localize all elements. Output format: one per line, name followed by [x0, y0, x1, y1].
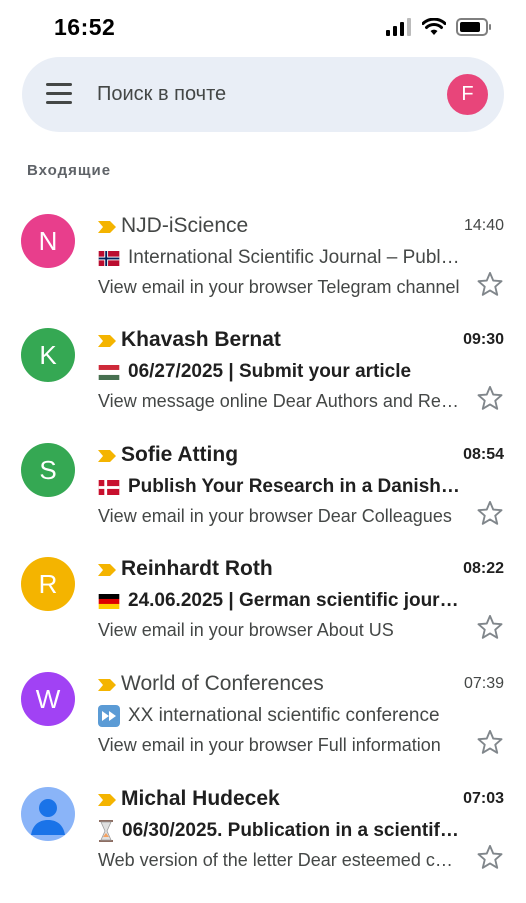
- mail-time: 07:39: [463, 675, 504, 692]
- star-icon[interactable]: [476, 270, 504, 298]
- mail-time: 14:40: [463, 217, 504, 234]
- mail-subject: International Scientific Journal – Publi…: [128, 247, 460, 268]
- search-input[interactable]: Поиск в почте: [97, 83, 226, 106]
- mail-subject: 06/30/2025. Publication in a scientific …: [122, 820, 460, 841]
- star-icon[interactable]: [476, 843, 504, 871]
- importance-marker-icon: [98, 794, 116, 806]
- mail-preview: View message online Dear Authors and Rea…: [98, 391, 460, 411]
- norway-flag-icon: [98, 250, 120, 266]
- status-time: 16:52: [54, 14, 116, 40]
- sender-name: Michal Hudecek: [121, 787, 280, 810]
- importance-marker-icon: [98, 221, 116, 233]
- sender-avatar: [21, 787, 75, 841]
- fast-forward-icon: [98, 705, 120, 727]
- sender-name: Reinhardt Roth: [121, 557, 273, 580]
- hourglass-icon: [99, 820, 113, 842]
- mail-subject: 24.06.2025 | German scientific journal: [128, 590, 460, 611]
- mail-subject: XX international scientific conference: [128, 705, 440, 726]
- list-item[interactable]: S Sofie Atting 08:54 Publish Your Resear…: [0, 431, 526, 545]
- sender-avatar: K: [21, 328, 75, 382]
- mail-time: 08:22: [463, 560, 504, 577]
- account-avatar[interactable]: F: [447, 74, 488, 115]
- section-label: Входящие: [27, 162, 112, 179]
- search-bar[interactable]: Поиск в почте F: [22, 57, 504, 132]
- importance-marker-icon: [98, 450, 116, 462]
- denmark-flag-icon: [98, 479, 120, 495]
- sender-avatar: W: [21, 672, 75, 726]
- mail-subject: Publish Your Research in a Danish journa…: [128, 476, 460, 497]
- sender-avatar: S: [21, 443, 75, 497]
- sender-name: NJD-iScience: [121, 214, 249, 237]
- sender-name: Khavash Bernat: [121, 328, 281, 351]
- mail-time: 07:03: [463, 790, 504, 807]
- list-item[interactable]: R Reinhardt Roth 08:22 24.06.2025 | Germ…: [0, 545, 526, 659]
- status-icons: [386, 18, 492, 36]
- hungary-flag-icon: [98, 364, 120, 380]
- mail-subject: 06/27/2025 | Submit your article: [128, 361, 412, 382]
- mail-time: 09:30: [463, 331, 504, 348]
- list-item[interactable]: Michal Hudecek 07:03 06/30/2025. Publica…: [0, 775, 526, 889]
- wifi-icon: [422, 18, 446, 35]
- sender-avatar: R: [21, 557, 75, 611]
- mail-preview: View email in your browser Telegram chan…: [98, 277, 460, 297]
- star-icon[interactable]: [476, 384, 504, 412]
- mail-preview: Web version of the letter Dear esteemed …: [98, 850, 460, 870]
- mail-time: 08:54: [463, 446, 504, 463]
- sender-name: Sofie Atting: [121, 443, 239, 466]
- importance-marker-icon: [98, 335, 116, 347]
- star-icon[interactable]: [476, 613, 504, 641]
- menu-icon[interactable]: [46, 83, 72, 105]
- mail-preview: View email in your browser About US: [98, 620, 394, 640]
- star-icon[interactable]: [476, 499, 504, 527]
- sender-name: World of Conferences: [121, 672, 324, 695]
- mail-preview: View email in your browser Full informat…: [98, 735, 441, 755]
- list-item[interactable]: W World of Conferences 07:39 XX internat…: [0, 660, 526, 774]
- cellular-signal-icon: [386, 18, 411, 36]
- germany-flag-icon: [98, 593, 120, 609]
- star-icon[interactable]: [476, 728, 504, 756]
- sender-avatar: N: [21, 214, 75, 268]
- mail-preview: View email in your browser Dear Colleagu…: [98, 506, 452, 526]
- importance-marker-icon: [98, 679, 116, 691]
- status-bar: 16:52: [0, 0, 526, 56]
- importance-marker-icon: [98, 564, 116, 576]
- default-person-icon: [31, 799, 65, 835]
- battery-icon: [456, 18, 491, 36]
- list-item[interactable]: N NJD-iScience 14:40 International Scien…: [0, 202, 526, 316]
- list-item[interactable]: K Khavash Bernat 09:30 06/27/2025 | Subm…: [0, 316, 526, 430]
